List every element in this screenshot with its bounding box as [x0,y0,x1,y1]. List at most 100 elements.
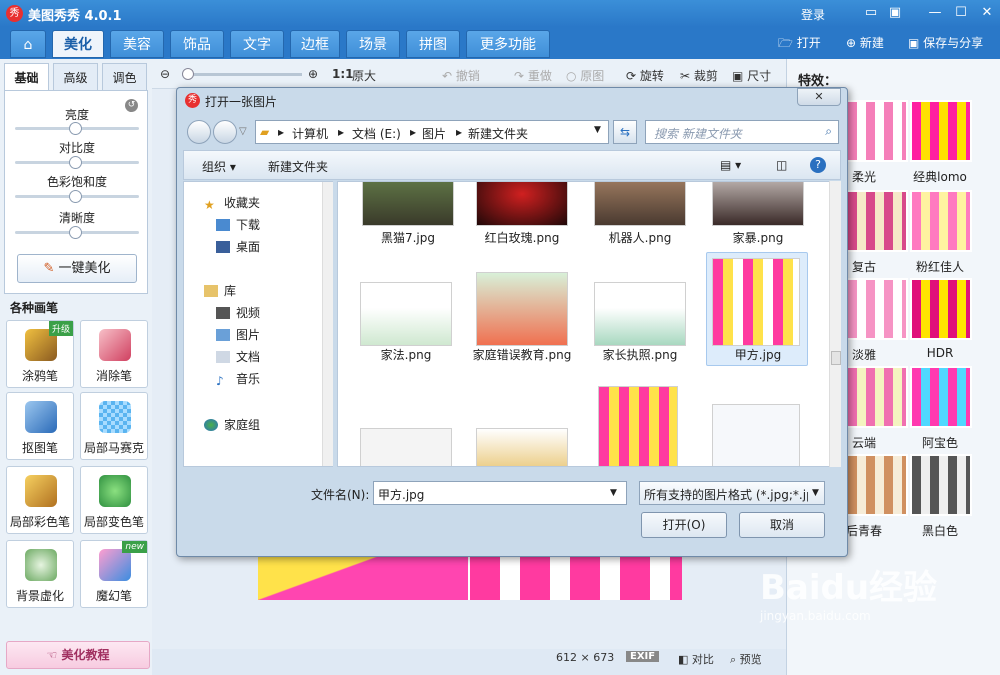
file-thumb[interactable] [594,282,686,346]
path-computer[interactable]: 计算机 [292,125,328,142]
history-dropdown-icon[interactable]: ▽ [239,126,247,137]
origin-button[interactable]: ○ 原图 [566,67,604,84]
nav-favorites[interactable]: ★ 收藏夹 [204,194,260,212]
tab-basic[interactable]: 基础 [4,63,49,91]
nav-scrollbar[interactable] [322,182,333,466]
exif-button[interactable]: EXIF [626,651,660,662]
brush-magic[interactable]: new 魔幻笔 [80,540,148,608]
tab-face[interactable]: 美容 [110,30,164,58]
contrast-knob[interactable] [69,156,82,169]
sharpness-knob[interactable] [69,226,82,239]
brush-eraser[interactable]: 消除笔 [80,320,148,388]
zoom-out-icon[interactable]: ⊖ [160,67,170,81]
nav-homegroup[interactable]: 家庭组 [204,416,260,433]
file-thumb[interactable] [594,182,686,226]
filename-input[interactable]: 甲方.jpg ▼ [373,481,627,505]
zoom-in-icon[interactable]: ⊕ [308,67,318,81]
organize-button[interactable]: 组织 ▾ [202,158,236,175]
effect-thumb[interactable] [910,366,972,428]
settings-icon[interactable]: ▣ [884,3,906,23]
open-button[interactable]: 🗁 打开 [778,34,821,55]
brush-cutout[interactable]: 抠图笔 [6,392,74,460]
refresh-icon[interactable]: ⇆ [613,120,637,144]
dialog-close-button[interactable]: ✕ [797,88,841,106]
tab-scene[interactable]: 场景 [346,30,400,58]
crop-button[interactable]: ✂ 裁剪 [680,67,718,84]
preview-button[interactable]: ⌕ 预览 [730,651,762,667]
scroll-thumb[interactable] [831,351,841,365]
tab-decor[interactable]: 饰品 [170,30,224,58]
path-newfolder[interactable]: 新建文件夹 [468,125,528,142]
tab-color[interactable]: 调色 [102,63,147,91]
brush-blur[interactable]: 背景虚化 [6,540,74,608]
open-file-button[interactable]: 打开(O) [641,512,727,538]
file-name[interactable]: 家庭错误教育.png [464,347,580,364]
preview-pane-icon[interactable]: ◫ [776,158,787,172]
file-thumb[interactable] [712,258,800,346]
home-icon[interactable]: ⌂ [10,30,46,58]
tab-more[interactable]: 更多功能 [466,30,550,58]
effect-thumb[interactable] [846,100,908,162]
tab-frame[interactable]: 边框 [290,30,340,58]
compare-button[interactable]: ◧ 对比 [678,651,714,667]
redo-button[interactable]: ↷ 重做 [514,67,552,84]
nav-libraries[interactable]: 库 [204,282,236,299]
effect-thumb[interactable] [846,190,908,252]
effect-thumb[interactable] [846,278,908,340]
file-scrollbar[interactable] [829,181,841,467]
cancel-button[interactable]: 取消 [739,512,825,538]
brightness-knob[interactable] [69,122,82,135]
effect-thumb[interactable] [910,100,972,162]
new-button[interactable]: ⊕ 新建 [846,34,884,51]
effect-thumb[interactable] [846,454,908,516]
zoom-ratio[interactable]: 1:1 [332,67,354,81]
brush-doodle[interactable]: 升级 涂鸦笔 [6,320,74,388]
effect-thumb[interactable] [910,190,972,252]
path-pictures[interactable]: 图片 [422,125,446,142]
saturation-knob[interactable] [69,190,82,203]
file-thumb[interactable] [362,182,454,226]
search-input[interactable]: 搜索 新建文件夹 ⌕ [645,120,839,144]
tab-text[interactable]: 文字 [230,30,284,58]
path-drive[interactable]: 文档 (E:) [352,125,401,142]
nav-pictures[interactable]: 图片 [216,326,260,343]
rotate-button[interactable]: ⟳ 旋转 [626,67,664,84]
tab-advanced[interactable]: 高级 [53,63,98,91]
tutorial-button[interactable]: ☜ 美化教程 [6,641,150,669]
address-dropdown-icon[interactable]: ▼ [594,125,601,135]
zoom-slider[interactable] [182,73,302,76]
login-link[interactable]: 登录 [801,6,825,23]
nav-videos[interactable]: 视频 [216,304,260,321]
file-name[interactable]: 机器人.png [582,230,698,247]
effect-thumb[interactable] [846,366,908,428]
file-thumb[interactable] [476,182,568,226]
back-icon[interactable] [187,120,211,144]
feedback-icon[interactable]: ▭ [860,3,882,23]
one-click-beautify-button[interactable]: ✎ 一键美化 [17,254,137,283]
forward-icon[interactable] [213,120,237,144]
file-thumb[interactable] [712,404,800,466]
file-name[interactable]: 黑猫7.jpg [350,230,466,247]
brush-mosaic[interactable]: 局部马赛克 [80,392,148,460]
file-thumb[interactable] [360,428,452,466]
nav-music[interactable]: ♪ 音乐 [216,370,260,388]
file-name[interactable]: 红白玫瑰.png [464,230,580,247]
tab-collage[interactable]: 拼图 [406,30,460,58]
effect-thumb[interactable] [910,454,972,516]
file-thumb[interactable] [476,428,568,466]
file-name[interactable]: 家暴.png [700,230,816,247]
file-type-dropdown-icon[interactable]: ▼ [812,488,819,498]
minimize-icon[interactable]: — [924,3,946,23]
file-type-select[interactable]: 所有支持的图片格式 (*.jpg;*.jp ▼ [639,481,825,505]
view-options-icon[interactable]: ▤ ▾ [720,158,741,172]
resize-button[interactable]: ▣ 尺寸 [732,67,771,84]
close-icon[interactable]: ✕ [976,3,998,23]
new-folder-button[interactable]: 新建文件夹 [268,158,328,175]
original-size-button[interactable]: 原大 [352,67,376,84]
file-thumb[interactable] [476,272,568,346]
zoom-knob[interactable] [182,68,194,80]
maximize-icon[interactable]: ☐ [950,3,972,23]
file-thumb[interactable] [712,182,804,226]
file-thumb[interactable] [360,282,452,346]
effect-thumb[interactable] [910,278,972,340]
